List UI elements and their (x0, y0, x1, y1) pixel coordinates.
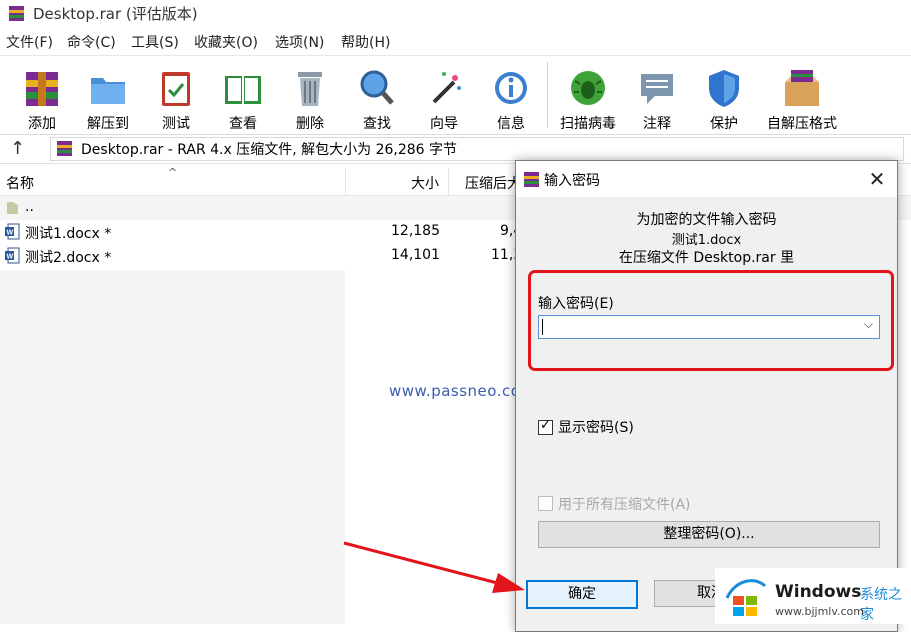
add-button[interactable]: 添加 (10, 62, 74, 132)
extract-button[interactable]: 解压到 (76, 62, 140, 132)
windows-watermark-logo: Windows 系统之家 www.bjjmlv.com (715, 568, 911, 624)
trash-icon (298, 72, 322, 106)
toolbar: 添加 解压到 测试 查看 删除 查找 向导 信息 扫描病毒 注释 保护 自解压格… (0, 55, 911, 135)
speech-bubble-icon (641, 74, 673, 104)
delete-button[interactable]: 删除 (278, 62, 342, 132)
close-icon[interactable]: ✕ (862, 166, 892, 192)
password-dialog: 输入密码 ✕ 为加密的文件输入密码 测试1.docx 在压缩文件 Desktop… (515, 160, 898, 632)
logo-brand-cn: 系统之家 (860, 587, 902, 623)
menu-options[interactable]: 选项(N) (275, 32, 324, 52)
show-password-checkbox[interactable]: ✓ (538, 418, 553, 435)
winrar-app-icon (9, 6, 24, 21)
show-password-label[interactable]: 显示密码(S) (558, 417, 634, 437)
manage-passwords-button[interactable]: 整理密码(O)... (538, 521, 880, 548)
info-label: 信息 (497, 116, 525, 132)
use-for-all-label[interactable]: 用于所有压缩文件(A) (558, 494, 691, 514)
text-caret (542, 319, 543, 335)
password-input[interactable]: ⌵ (538, 315, 880, 339)
protect-button[interactable]: 保护 (692, 62, 756, 132)
column-name[interactable]: 名称 (6, 173, 34, 193)
logo-brand: Windows (775, 582, 862, 602)
column-size[interactable]: 大小 (411, 173, 439, 193)
sfx-label: 自解压格式 (767, 116, 837, 132)
menu-help[interactable]: 帮助(H) (341, 32, 390, 52)
windows-logo-icon (725, 579, 767, 616)
menu-favorites[interactable]: 收藏夹(O) (194, 32, 258, 52)
file-name: 测试2.docx * (25, 250, 112, 266)
menu-commands[interactable]: 命令(C) (67, 32, 116, 52)
word-document-icon: W (5, 247, 20, 264)
svg-text:W: W (7, 254, 14, 261)
info-icon (495, 72, 527, 104)
file-size: 12,185 (391, 223, 440, 239)
file-name: .. (25, 199, 34, 215)
clipboard-check-icon (162, 72, 190, 106)
parent-folder-icon (7, 202, 18, 214)
logo-url: www.bjjmlv.com (775, 605, 864, 618)
bug-icon (571, 71, 605, 105)
ok-button[interactable]: 确定 (526, 580, 638, 609)
column-separator[interactable] (345, 168, 346, 195)
dialog-title: 输入密码 (544, 173, 600, 189)
sfx-box-icon (785, 70, 819, 106)
password-label: 输入密码(E) (538, 296, 614, 312)
sort-caret-icon: ^ (168, 166, 178, 179)
up-arrow-icon[interactable]: ↑ (10, 138, 25, 159)
chevron-down-icon[interactable]: ⌵ (864, 317, 873, 332)
test-button[interactable]: 测试 (144, 62, 208, 132)
magnifier-icon (360, 70, 394, 105)
protect-label: 保护 (710, 116, 738, 132)
menu-bar: 文件(F) 命令(C) 工具(S) 收藏夹(O) 选项(N) 帮助(H) (0, 32, 911, 54)
dialog-title-bar: 输入密码 ✕ (516, 161, 897, 197)
annotation-arrow-icon (343, 541, 525, 593)
info-button[interactable]: 信息 (479, 62, 543, 132)
column-separator[interactable] (448, 168, 449, 195)
sfx-button[interactable]: 自解压格式 (767, 62, 837, 132)
scan-virus-label: 扫描病毒 (560, 116, 616, 132)
folder-icon (91, 78, 125, 104)
svg-text:W: W (7, 230, 14, 237)
comment-button[interactable]: 注释 (625, 62, 689, 132)
archive-stack-icon (26, 72, 58, 106)
use-for-all-checkbox[interactable] (538, 496, 553, 511)
file-list-empty-area (0, 270, 345, 624)
menu-tools[interactable]: 工具(S) (131, 32, 179, 52)
shield-icon (709, 70, 739, 107)
file-name: 测试1.docx * (25, 226, 112, 242)
dialog-prompt: 为加密的文件输入密码 (636, 212, 777, 228)
wizard-button[interactable]: 向导 (412, 62, 476, 132)
magic-wand-icon (432, 72, 461, 104)
menu-file[interactable]: 文件(F) (6, 32, 53, 52)
dialog-archive-line: 在压缩文件 Desktop.rar 里 (618, 250, 795, 266)
word-document-icon: W (5, 223, 20, 240)
window-title: Desktop.rar (评估版本) (33, 5, 198, 23)
column-packed[interactable]: 压缩后大 (465, 173, 521, 193)
file-size: 14,101 (391, 247, 440, 263)
archive-icon (57, 141, 72, 156)
checkmark-icon: ✓ (540, 418, 551, 433)
find-button[interactable]: 查找 (345, 62, 409, 132)
dialog-filename: 测试1.docx (671, 233, 742, 248)
book-icon (225, 76, 261, 104)
path-text: Desktop.rar - RAR 4.x 压缩文件, 解包大小为 26,286… (81, 142, 458, 158)
view-button[interactable]: 查看 (211, 62, 275, 132)
scan-virus-button[interactable]: 扫描病毒 (556, 62, 620, 132)
winrar-dialog-icon (524, 172, 539, 187)
title-bar: Desktop.rar (评估版本) (0, 0, 911, 27)
watermark-text: www.passneo.com (389, 382, 536, 400)
